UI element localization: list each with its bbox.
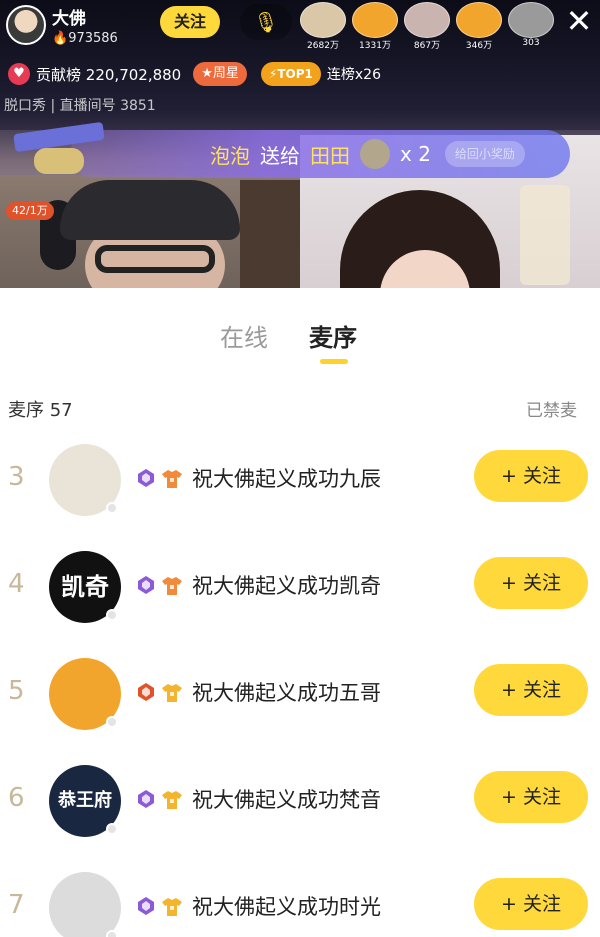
audience-count: 1331万 [359,41,391,51]
audience-avatar [300,2,346,38]
muted-status: 已禁麦 [526,401,577,421]
fan-shirt-icon [161,575,183,597]
queue-row[interactable]: 7 祝大佛起义成功时光 + 关注 [0,858,600,937]
level-badge-icon [136,468,156,488]
level-badge-icon [136,789,156,809]
fan-shirt-icon [161,896,183,918]
fan-shirt-icon [161,682,183,704]
host-info[interactable]: 大佛 🔥973586 [6,4,118,46]
queue-row[interactable]: 3 祝大佛起义成功九辰 + 关注 [0,430,600,530]
audience-item[interactable]: 303 [508,2,554,51]
gift-banner[interactable]: 泡泡 送给 田田 x 2 给回小奖励 [70,130,570,178]
username: 祝大佛起义成功凯奇 [192,574,381,598]
host-avatar[interactable] [6,5,46,45]
fan-shirt-icon [161,789,183,811]
follow-button[interactable]: + 关注 [474,878,588,930]
follow-button[interactable]: + 关注 [474,771,588,823]
online-status-dot [106,716,118,728]
active-tab-indicator [320,359,348,364]
weekly-star-label: 周星 [212,66,239,81]
host-meta: 大佛 🔥973586 [52,4,118,46]
streak-label: 连榜x26 [326,67,381,83]
top1-badge[interactable]: ⚡TOP1 [260,62,321,86]
heart-icon: ♥ [8,63,30,85]
audience-list[interactable]: 2682万 1331万 867万 346万 303 [300,2,560,51]
host-fans-value: 973586 [68,31,118,46]
contribution-label: 贡献榜 [36,65,82,84]
room-info: 脱口秀 | 直播间号 3851 [4,98,156,114]
level-badge-icon [136,896,156,916]
host-name: 大佛 [52,9,86,29]
queue-rank: 4 [8,569,25,599]
fan-shirt-icon [161,468,183,490]
host-fans-count: 🔥973586 [52,31,118,46]
level-badge-icon [136,575,156,595]
username: 祝大佛起义成功时光 [192,895,381,919]
background-shelf [240,180,300,288]
gift-verb: 送给 [260,143,300,168]
audience-avatar [352,2,398,38]
gift-sender: 泡泡 [210,143,250,168]
follow-button[interactable]: + 关注 [474,450,588,502]
online-status-dot [106,502,118,514]
gift-times: x 2 [400,142,431,166]
live-stream-view[interactable]: 大佛 🔥973586 关注 🎙 2682万 1331万 867万 346万 303 ✕ … [0,0,600,288]
username: 祝大佛起义成功九辰 [192,467,381,491]
streamer-left-cap [60,180,240,240]
gift-reward-pill[interactable]: 给回小奖励 [444,141,525,167]
contribution-board[interactable]: 贡献榜 220,702,880 [36,64,181,85]
online-status-dot [106,823,118,835]
audience-avatar [404,2,450,38]
audience-item[interactable]: 2682万 [300,2,346,51]
username: 祝大佛起义成功五哥 [192,681,381,705]
follow-button[interactable]: + 关注 [474,557,588,609]
audience-item[interactable]: 1331万 [352,2,398,51]
online-status-dot [106,930,118,937]
online-status-dot [106,609,118,621]
audience-item[interactable]: 346万 [456,2,502,51]
audience-avatar [456,2,502,38]
rank-row: ♥ 贡献榜 220,702,880 ★周星 ⚡TOP1 连榜x26 [8,62,381,86]
queue-row[interactable]: 4 凯奇 祝大佛起义成功凯奇 + 关注 [0,537,600,637]
contribution-value: 220,702,880 [85,65,182,84]
queue-rank: 6 [8,783,25,813]
follow-button[interactable]: + 关注 [474,664,588,716]
tab-online[interactable]: 在线 [220,318,268,353]
user-avatar[interactable] [49,872,121,937]
flame-icon: 🔥 [52,31,69,46]
queue-rank: 3 [8,462,25,492]
queue-row[interactable]: 6 恭王府 祝大佛起义成功梵音 + 关注 [0,751,600,851]
gift-target: 田田 [310,143,350,168]
mic-queue-button[interactable]: 🎙 [240,4,292,40]
follow-host-button[interactable]: 关注 [160,6,220,38]
audience-count: 303 [522,38,540,48]
weekly-star-badge[interactable]: ★周星 [193,62,247,86]
queue-count: 麦序 57 [8,400,73,421]
audience-count: 346万 [465,41,493,51]
airplane-gift-icon[interactable] [4,118,105,188]
mic-queue-sheet: 在线 麦序 麦序 57 已禁麦 3 祝大佛起义成功九辰 + 关注 4 凯奇 祝大佛起义成功… [0,288,600,937]
queue-row[interactable]: 5 祝大佛起义成功五哥 + 关注 [0,644,600,744]
audience-avatar [508,2,554,38]
queue-rank: 5 [8,676,25,706]
top1-label: TOP1 [277,67,313,81]
audience-count: 867万 [413,41,441,51]
queue-rank: 7 [8,890,25,920]
username: 祝大佛起义成功梵音 [192,788,381,812]
audience-count: 2682万 [307,41,339,51]
close-icon[interactable]: ✕ [562,4,596,38]
airplane-body [34,148,84,174]
streamer-left-glasses [95,245,215,273]
audience-item[interactable]: 867万 [404,2,450,51]
level-badge-icon [136,682,156,702]
airplane-progress: 42/1万 [6,202,54,220]
microphone-icon: 🎙 [253,10,279,34]
gift-icon [360,139,390,169]
background-lamp [520,185,570,285]
tab-mic-queue[interactable]: 麦序 [309,318,357,353]
